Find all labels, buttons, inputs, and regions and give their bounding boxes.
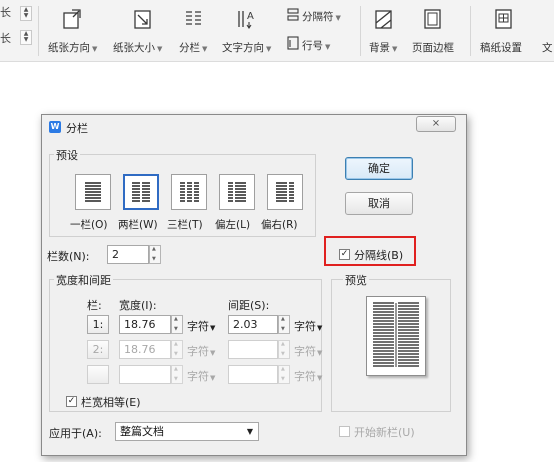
three-columns-icon (180, 182, 199, 202)
apply-to-value: 整篇文档 (120, 425, 164, 438)
chevron-down-icon: ▼ (157, 45, 163, 53)
page-border-label: 页面边框 (412, 42, 454, 54)
preset-one-column[interactable] (75, 174, 111, 210)
chevron-down-icon: ▼ (392, 45, 398, 53)
spacing-header: 间距(S): (228, 299, 270, 312)
cut-off-spinner-bottom[interactable]: ▲ ▼ (20, 30, 32, 45)
ribbon-separator (470, 6, 471, 56)
column-3-spacing-input (228, 365, 278, 384)
chevron-down-icon: ▼ (202, 45, 208, 53)
two-columns-icon (132, 182, 150, 202)
column-2-spacing-unit: 字符▼ (294, 345, 323, 358)
column-3-width-input (119, 365, 171, 384)
column-1-spacing-input[interactable]: 2.03 (228, 315, 278, 334)
preset-right[interactable] (267, 174, 303, 210)
column-3-number (87, 365, 109, 384)
preview-page (366, 296, 426, 376)
cut-off-text-right: 文 (542, 42, 553, 54)
paper-size-label: 纸张大小 (113, 42, 155, 54)
column-3-spacing-unit: 字符▼ (294, 370, 323, 383)
preset-left[interactable] (219, 174, 255, 210)
column-2-number: 2: (87, 340, 109, 359)
preset-left-label[interactable]: 偏左(L) (215, 217, 250, 232)
left-column-icon (228, 182, 246, 202)
column-1-number: 1: (87, 315, 109, 334)
ok-button[interactable]: 确定 (345, 157, 413, 180)
new-column-label: 开始新栏(U) (354, 426, 415, 439)
columns-dialog: W 分栏 ⨯ 预设 一栏(O) 两栏(W) 三栏(T) 偏左(L) 偏右(R) … (41, 114, 467, 456)
preset-three-columns[interactable] (171, 174, 207, 210)
text-direction-label: 文字方向 (222, 42, 264, 54)
one-column-icon (85, 182, 101, 202)
background-label: 背景 (369, 42, 390, 54)
preset-one-column-label[interactable]: 一栏(O) (70, 217, 107, 232)
close-button[interactable]: ⨯ (416, 116, 456, 132)
column-1-spacing-unit[interactable]: 字符▼ (294, 318, 322, 334)
columns-label: 分栏 (179, 42, 200, 54)
column-1-width-stepper[interactable] (171, 315, 183, 334)
width-header: 宽度(I): (119, 299, 157, 312)
column-header: 栏: (87, 299, 102, 312)
manuscript-label: 稿纸设置 (480, 42, 522, 54)
chevron-down-icon: ▼ (246, 427, 253, 436)
background-icon (375, 10, 392, 29)
column-1-width-unit[interactable]: 字符▼ (187, 318, 215, 334)
svg-text:A: A (247, 11, 254, 22)
column-3-width-stepper (171, 365, 183, 384)
column-1-spacing-stepper[interactable] (278, 315, 290, 334)
dialog-title: 分栏 (66, 122, 88, 135)
separator-label: 分隔符 (302, 11, 334, 23)
column-2-spacing-stepper (278, 340, 290, 359)
column-2-spacing-input (228, 340, 278, 359)
preset-three-columns-label[interactable]: 三栏(T) (167, 217, 203, 232)
annotation-highlight-box (324, 236, 416, 266)
width-spacing-group-label: 宽度和间距 (54, 272, 113, 288)
page-break-icon (287, 8, 299, 21)
column-2-width-input: 18.76 (119, 340, 171, 359)
orientation-label: 纸张方向 (48, 42, 90, 54)
page-layout-ribbon: 长 长 ▲▼ ▲▼ 纸张方向▼ 纸张大小▼ 分栏▼ A 文字方向▼ (0, 0, 554, 62)
equal-width-checkbox[interactable]: ✓ (66, 396, 77, 407)
text-direction-icon: A (238, 11, 254, 29)
paper-size-icon (134, 10, 151, 29)
preset-right-label[interactable]: 偏右(R) (261, 217, 298, 232)
chevron-down-icon: ▼ (335, 14, 341, 22)
ribbon-separator (38, 6, 39, 56)
ribbon-separator (360, 6, 361, 56)
apply-to-select[interactable]: 整篇文档 ▼ (115, 422, 259, 441)
line-number-icon (287, 36, 299, 50)
column-count-stepper[interactable] (149, 245, 161, 264)
right-column-icon (276, 182, 294, 202)
chevron-down-icon: ▼ (266, 45, 272, 53)
preview-two-column-lines (373, 302, 419, 367)
line-number-label: 行号 (302, 40, 323, 52)
apply-to-label: 应用于(A): (49, 427, 102, 440)
paper-orientation-icon (63, 9, 81, 29)
cancel-button[interactable]: 取消 (345, 192, 413, 215)
chevron-down-icon: ▼ (325, 43, 331, 51)
new-column-checkbox (339, 426, 350, 437)
cut-off-spinner-top[interactable]: ▲ ▼ (20, 6, 32, 21)
column-count-input[interactable]: 2 (107, 245, 149, 264)
dialog-title-bar[interactable]: W 分栏 ⨯ (42, 115, 466, 139)
column-3-width-unit: 字符▼ (187, 370, 216, 383)
wps-logo-icon: W (49, 121, 61, 133)
cut-off-text-top: 长 (0, 6, 11, 19)
preset-two-columns[interactable] (123, 174, 159, 210)
preset-two-columns-label[interactable]: 两栏(W) (118, 217, 158, 232)
column-3-spacing-stepper (278, 365, 290, 384)
preview-group-label: 预览 (343, 272, 369, 288)
cut-off-text-bottom: 长 (0, 32, 11, 45)
columns-icon (186, 11, 201, 25)
presets-group-label: 预设 (54, 147, 80, 163)
column-1-width-input[interactable]: 18.76 (119, 315, 171, 334)
column-count-label: 栏数(N): (47, 250, 90, 263)
column-2-width-stepper (171, 340, 183, 359)
manuscript-grid-icon (495, 9, 512, 29)
equal-width-label[interactable]: 栏宽相等(E) (81, 394, 141, 410)
page-border-icon (424, 9, 441, 29)
column-2-width-unit: 字符▼ (187, 345, 216, 358)
chevron-down-icon: ▼ (92, 45, 98, 53)
